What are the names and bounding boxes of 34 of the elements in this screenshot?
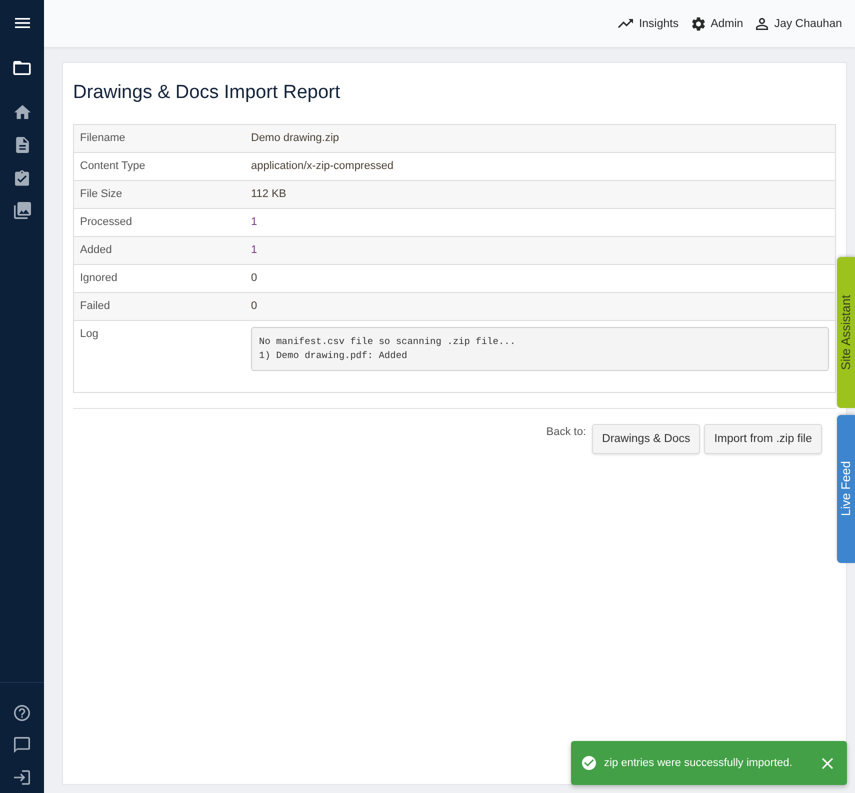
user-icon — [756, 18, 768, 30]
side-tab[interactable]: Site Assistant — [837, 257, 855, 408]
trend-line-icon — [618, 19, 633, 28]
back-to-label: Back to: — [546, 426, 586, 438]
photos-icon — [14, 202, 30, 219]
home-icon — [14, 104, 30, 118]
clipboard-check-icon — [15, 170, 29, 186]
table-cell: 112 KB — [250, 180, 835, 208]
menu-icon — [14, 18, 30, 28]
log-line: No manifest.csv file so scanning .zip file... — [259, 335, 516, 349]
toast-message: zip entries were successfully imported. — [604, 757, 794, 769]
logout-icon — [14, 770, 30, 784]
back-link-button[interactable]: Drawings & Docs — [592, 424, 700, 454]
top-bar-link[interactable]: Insights — [618, 18, 679, 30]
table-cell: Filename — [74, 124, 250, 152]
settings-icon — [692, 16, 705, 30]
back-link-button[interactable]: Import from .zip file — [704, 424, 822, 454]
page-title: Drawings & Docs Import Report — [73, 81, 342, 105]
table-cell: 0 — [250, 292, 835, 320]
log-line: 1) Demo drawing.pdf: Added — [259, 349, 408, 363]
document-icon — [16, 136, 28, 152]
top-bar-link[interactable]: Jay Chauhan — [756, 18, 842, 30]
close-icon — [822, 758, 833, 768]
table-cell: Failed — [74, 292, 250, 320]
chat-icon — [14, 737, 30, 753]
top-bar-link[interactable]: Admin — [692, 16, 744, 30]
table-cell: Demo drawing.zip — [250, 124, 835, 152]
folder-icon — [13, 61, 31, 75]
table-cell: Added — [74, 236, 250, 264]
side-tab[interactable]: Live Feed — [837, 415, 855, 563]
table-cell: 1 — [250, 236, 835, 264]
help-icon — [14, 705, 30, 721]
table-cell: File Size — [74, 180, 250, 208]
close-button[interactable] — [822, 758, 833, 768]
